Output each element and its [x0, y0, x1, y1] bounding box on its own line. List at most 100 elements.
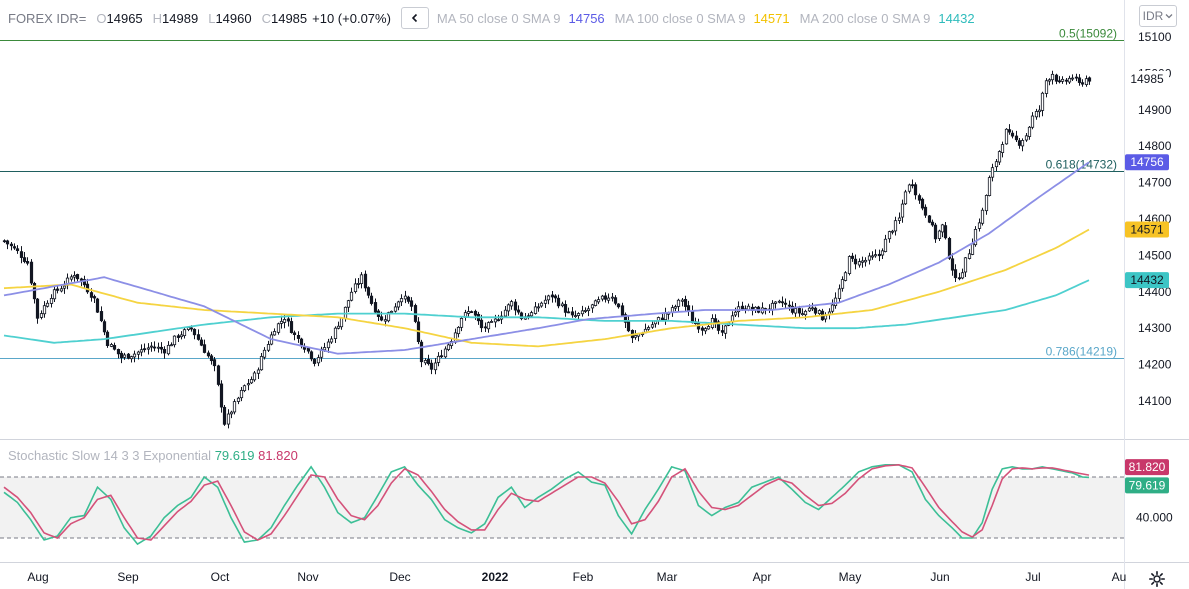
price-chart[interactable]: 1510015000149001480014700146001450014400… — [0, 0, 1189, 589]
candle — [346, 299, 351, 312]
candle — [309, 350, 314, 362]
candle — [112, 342, 117, 351]
candle — [690, 305, 695, 324]
ma200-line[interactable] — [3, 279, 1090, 344]
candle — [723, 325, 728, 339]
candle — [670, 304, 675, 317]
candle — [546, 294, 551, 305]
candle — [716, 319, 721, 335]
candle — [857, 258, 862, 268]
candle — [279, 315, 284, 329]
candle — [1077, 74, 1082, 86]
candle — [75, 273, 80, 282]
svg-text:14756: 14756 — [1130, 155, 1164, 169]
candle — [262, 347, 267, 360]
candle — [162, 346, 167, 359]
candle — [169, 342, 174, 347]
candle — [1024, 133, 1029, 142]
candle — [423, 358, 428, 366]
candle — [536, 303, 541, 312]
candle — [927, 214, 932, 224]
candle — [206, 350, 211, 358]
candle — [997, 150, 1002, 165]
candle — [867, 252, 872, 265]
candle — [620, 302, 625, 317]
candle — [973, 226, 978, 247]
price-badge-ma50: 14756 — [1125, 154, 1169, 171]
candle — [182, 327, 187, 339]
svg-text:81.820: 81.820 — [1129, 460, 1166, 474]
candle — [553, 294, 558, 303]
candle — [246, 379, 251, 391]
candle — [543, 295, 548, 308]
candle — [930, 219, 935, 227]
candle — [29, 259, 34, 285]
candle — [119, 350, 124, 364]
candle — [219, 380, 224, 413]
time-tick-label: May — [839, 570, 862, 584]
candle — [646, 325, 651, 331]
candle — [312, 357, 317, 367]
candle — [289, 317, 294, 334]
time-tick-label: Dec — [389, 570, 410, 584]
candle — [660, 313, 665, 321]
candle — [209, 353, 214, 365]
time-tick-label: Jun — [930, 570, 949, 584]
svg-text:14985: 14985 — [1130, 72, 1164, 86]
candle — [606, 293, 611, 304]
candle — [580, 305, 585, 317]
candle — [276, 322, 281, 335]
candle — [1040, 91, 1045, 117]
candle — [1014, 130, 1019, 143]
candle — [32, 281, 37, 304]
candle — [476, 311, 481, 325]
candle — [880, 248, 885, 259]
candle — [610, 292, 615, 302]
ma50-line[interactable] — [3, 161, 1090, 355]
candle — [25, 257, 30, 266]
candle — [159, 342, 164, 354]
candle — [152, 341, 157, 352]
candle — [116, 348, 121, 359]
candle — [236, 396, 241, 405]
candle — [95, 297, 100, 314]
candle — [923, 204, 928, 218]
candle — [69, 274, 74, 282]
candle — [333, 326, 338, 343]
candle — [680, 298, 685, 307]
price-tick-label: 14900 — [1138, 103, 1172, 117]
candle — [366, 286, 371, 299]
candle — [139, 344, 144, 357]
candle — [550, 291, 555, 303]
candle — [15, 245, 20, 254]
candle — [473, 309, 478, 320]
candle — [1000, 141, 1005, 158]
candle — [35, 297, 40, 324]
ma100-line[interactable] — [3, 228, 1090, 348]
candle — [529, 310, 534, 318]
candle — [950, 253, 955, 276]
candle — [817, 309, 822, 316]
candle — [676, 298, 681, 311]
candle — [850, 252, 855, 262]
candle — [252, 370, 257, 382]
candle — [1047, 78, 1052, 86]
candle — [953, 264, 958, 282]
candle — [673, 304, 678, 312]
candle — [509, 299, 514, 310]
candle — [132, 350, 137, 363]
candle — [483, 322, 488, 332]
price-tick-label: 14300 — [1138, 321, 1172, 335]
candle — [126, 353, 131, 360]
price-badge-last: 14985 — [1125, 70, 1169, 87]
candle — [192, 328, 197, 340]
candle — [883, 234, 888, 253]
candle — [55, 285, 60, 294]
candle — [596, 296, 601, 305]
candle — [399, 294, 404, 307]
candle — [172, 335, 177, 348]
candle — [700, 326, 705, 336]
time-tick-label: Mar — [657, 570, 678, 584]
candle — [92, 294, 97, 303]
candle — [336, 321, 341, 330]
